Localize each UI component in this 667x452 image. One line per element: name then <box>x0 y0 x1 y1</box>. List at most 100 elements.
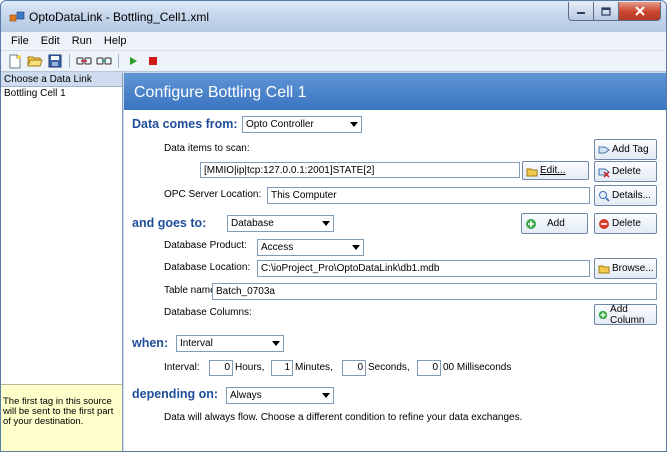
interval-seconds-field[interactable]: 0 <box>342 360 366 376</box>
hours-label: Hours, <box>235 362 265 373</box>
when-select-value: Interval <box>180 338 213 349</box>
menu-file[interactable]: File <box>5 35 35 47</box>
new-button[interactable] <box>7 53 23 69</box>
configure-panel: Configure Bottling Cell 1 Data comes fro… <box>124 73 666 451</box>
menu-edit[interactable]: Edit <box>35 35 66 47</box>
minimize-button[interactable] <box>568 2 594 21</box>
database-product-label: Database Product: <box>164 240 247 251</box>
chevron-down-icon <box>319 217 332 230</box>
toolbar <box>1 51 666 72</box>
edit-button[interactable]: Edit... <box>522 161 589 180</box>
opc-location-field[interactable]: This Computer <box>267 187 590 204</box>
delete-destination-label: Delete <box>612 218 641 229</box>
app-window: OptoDataLink - Bottling_Cell1.xml File E… <box>0 0 667 452</box>
delete-destination-button[interactable]: Delete <box>594 213 657 234</box>
database-product-value: Access <box>261 242 294 253</box>
unlink-icon <box>96 57 112 65</box>
edit-icon <box>526 168 538 176</box>
interval-hours-field[interactable]: 0 <box>209 360 233 376</box>
table-name-label: Table name: <box>164 285 219 296</box>
toolbar-separator <box>69 54 70 68</box>
when-select[interactable]: Interval <box>176 335 284 352</box>
details-button[interactable]: Details... <box>594 185 657 206</box>
chevron-down-icon <box>269 337 282 350</box>
chevron-down-icon <box>349 241 362 254</box>
source-label: Data comes from: <box>132 117 238 131</box>
milliseconds-label: 00 Milliseconds <box>443 362 512 373</box>
destination-label: and goes to: <box>132 216 207 230</box>
folder-icon <box>598 265 610 273</box>
new-icon <box>9 54 21 68</box>
add-destination-button[interactable]: Add <box>521 213 588 234</box>
interval-ms-field[interactable]: 0 <box>417 360 441 376</box>
interval-minutes-field[interactable]: 1 <box>271 360 293 376</box>
remove-icon <box>599 218 609 229</box>
delete-icon <box>598 168 610 178</box>
minimize-icon <box>577 12 585 14</box>
add-column-icon <box>598 310 608 319</box>
add-tag-button[interactable]: Add Tag <box>594 139 657 160</box>
minutes-label: Minutes, <box>295 362 333 373</box>
link-icon <box>76 57 92 65</box>
menu-run[interactable]: Run <box>66 35 98 47</box>
toolbar-separator <box>118 54 119 68</box>
depending-select-value: Always <box>230 390 262 401</box>
browse-button[interactable]: Browse... <box>594 258 657 279</box>
tag-add-icon <box>598 146 610 153</box>
add-column-label: Add Column <box>610 303 645 326</box>
menu-bar: File Edit Run Help <box>1 32 666 51</box>
data-link-item[interactable]: Bottling Cell 1 <box>1 87 122 100</box>
run-button[interactable] <box>125 53 141 69</box>
add-tag-label: Add Tag <box>612 144 649 155</box>
add-column-button[interactable]: Add Column <box>594 303 657 326</box>
window-title: OptoDataLink - Bottling_Cell1.xml <box>29 10 210 24</box>
close-button[interactable] <box>618 2 661 21</box>
open-icon <box>27 56 43 67</box>
source-select[interactable]: Opto Controller <box>242 116 362 133</box>
destination-select-value: Database <box>231 218 274 229</box>
save-icon <box>48 54 62 68</box>
app-icon <box>9 11 25 22</box>
condition-note: Data will always flow. Choose a differen… <box>164 412 523 423</box>
seconds-label: Seconds, <box>368 362 410 373</box>
page-title: Configure Bottling Cell 1 <box>124 73 666 110</box>
maximize-button[interactable] <box>593 2 619 21</box>
chevron-down-icon <box>347 118 360 131</box>
opc-location-label: OPC Server Location: <box>164 189 262 200</box>
when-label: when: <box>132 336 169 350</box>
menu-help[interactable]: Help <box>98 35 133 47</box>
data-link-panel: Choose a Data Link Bottling Cell 1 The f… <box>1 73 123 451</box>
depending-select[interactable]: Always <box>226 387 334 404</box>
destination-select[interactable]: Database <box>227 215 334 232</box>
delete-tag-button[interactable]: Delete <box>594 161 657 182</box>
database-columns-label: Database Columns: <box>164 307 252 318</box>
depending-label: depending on: <box>132 387 219 401</box>
help-note: The first tag in this source will be sen… <box>1 384 122 451</box>
database-location-label: Database Location: <box>164 262 251 273</box>
save-button[interactable] <box>47 53 63 69</box>
database-location-field[interactable]: C:\ioProject_Pro\OptoDataLink\db1.mdb <box>257 260 590 277</box>
edit-label: Edit... <box>540 165 566 176</box>
stop-icon <box>149 57 157 65</box>
details-label: Details... <box>612 190 651 201</box>
title-bar[interactable]: OptoDataLink - Bottling_Cell1.xml <box>1 1 666 32</box>
browse-label: Browse... <box>612 263 654 274</box>
maximize-icon <box>601 6 611 16</box>
add-icon <box>526 218 536 229</box>
run-icon <box>130 57 137 65</box>
data-item-field[interactable]: [MMIO|ip|tcp:127.0.0.1:2001]STATE[2] <box>200 162 520 178</box>
delete-tag-label: Delete <box>612 166 641 177</box>
link-button[interactable] <box>76 53 92 69</box>
database-product-select[interactable]: Access <box>257 239 364 256</box>
data-link-list: Bottling Cell 1 <box>1 87 122 384</box>
open-button[interactable] <box>27 53 43 69</box>
unlink-button[interactable] <box>96 53 112 69</box>
close-icon <box>634 6 645 16</box>
data-items-label: Data items to scan: <box>164 143 250 154</box>
interval-label: Interval: <box>164 362 200 373</box>
add-destination-label: Add <box>547 218 565 229</box>
chevron-down-icon <box>319 389 332 402</box>
details-icon <box>599 190 610 202</box>
table-name-field[interactable]: Batch_0703a <box>212 283 657 300</box>
stop-button[interactable] <box>145 53 161 69</box>
